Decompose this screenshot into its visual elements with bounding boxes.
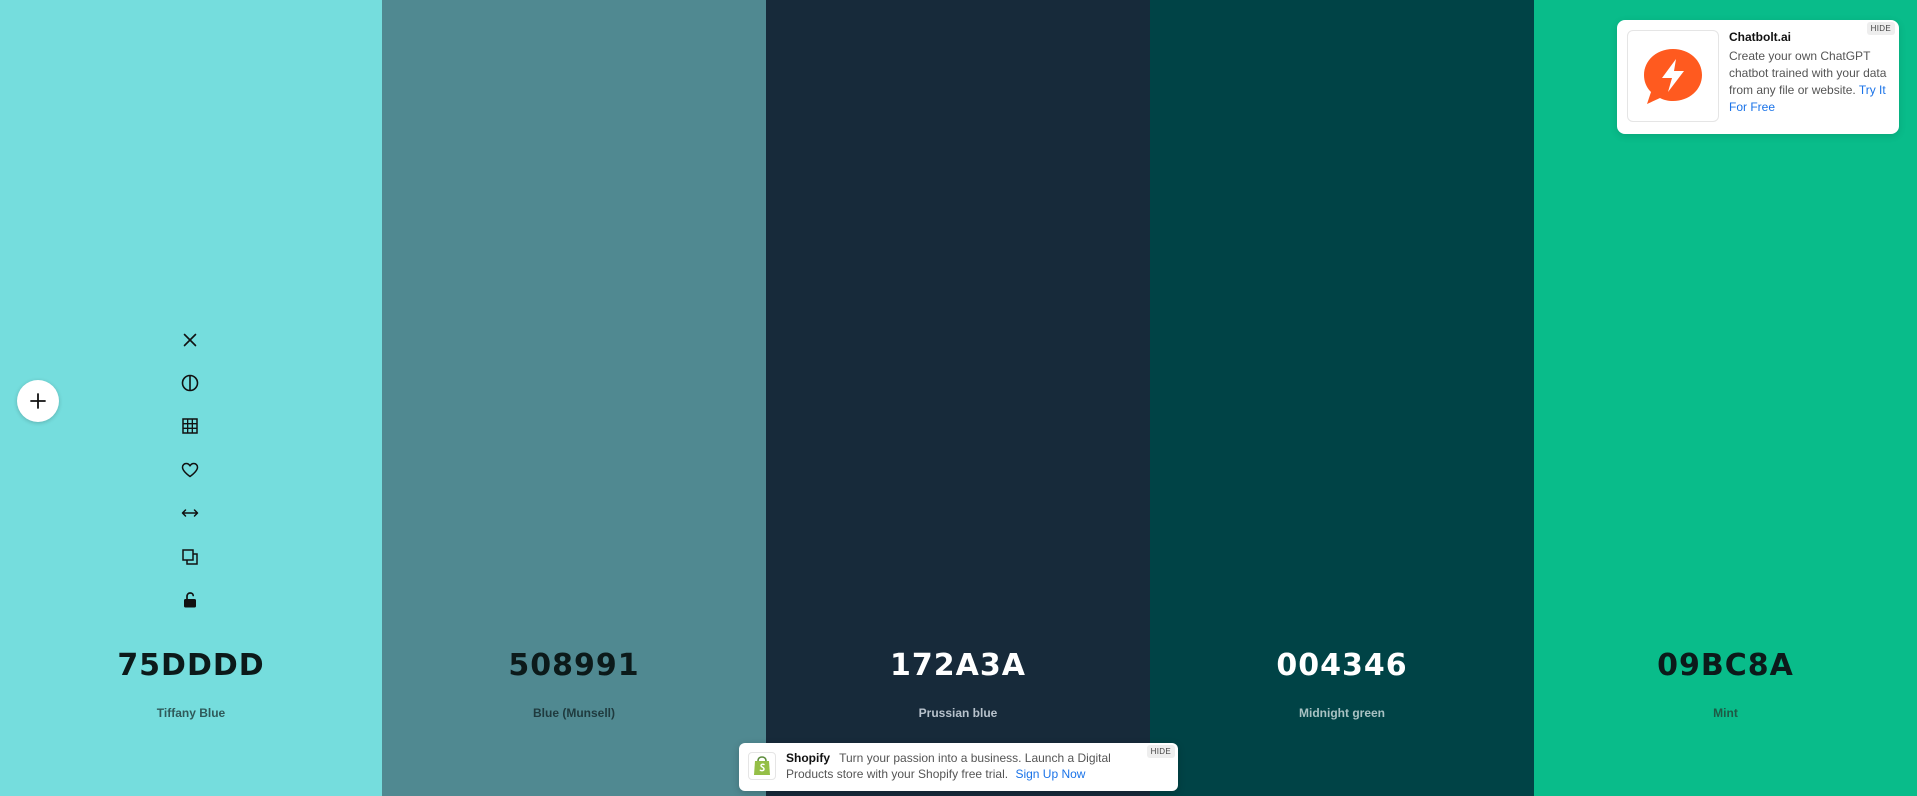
ad-logo[interactable]	[1627, 30, 1719, 122]
lock-color-button[interactable]	[170, 578, 210, 621]
swatch-toolbar	[170, 318, 210, 622]
color-name[interactable]: Mint	[1534, 706, 1917, 720]
banner-description: Shopify Turn your passion into a busines…	[786, 750, 1136, 782]
shades-button[interactable]	[170, 361, 210, 404]
ad-description: Create your own ChatGPT chatbot trained …	[1729, 48, 1889, 116]
ad-title[interactable]: Chatbolt.ai	[1729, 30, 1791, 44]
color-hex[interactable]: 172A3A	[766, 648, 1150, 683]
banner-cta-link[interactable]: Sign Up Now	[1015, 767, 1085, 781]
color-hex[interactable]: 09BC8A	[1534, 648, 1917, 683]
heart-icon	[181, 462, 199, 478]
remove-color-button[interactable]	[170, 318, 210, 361]
color-hex[interactable]: 004346	[1150, 648, 1534, 683]
color-name[interactable]: Prussian blue	[766, 706, 1150, 720]
drag-horizontal-icon	[181, 509, 199, 517]
hide-banner-button[interactable]: HIDE	[1146, 745, 1175, 758]
color-name[interactable]: Blue (Munsell)	[382, 706, 766, 720]
color-swatch-2[interactable]: 508991 Blue (Munsell)	[382, 0, 766, 796]
banner-logo[interactable]	[748, 752, 776, 780]
color-hex[interactable]: 508991	[382, 648, 766, 683]
sponsored-ad: Chatbolt.ai Create your own ChatGPT chat…	[1617, 20, 1899, 134]
color-name[interactable]: Midnight green	[1150, 706, 1534, 720]
unlock-icon	[184, 592, 196, 608]
chatbolt-logo-icon	[1644, 49, 1702, 104]
copy-icon	[182, 548, 198, 565]
grid-icon	[182, 418, 198, 435]
color-hex[interactable]: 75DDDD	[0, 648, 382, 683]
banner-brand[interactable]: Shopify	[786, 751, 830, 765]
shopify-bag-shape	[754, 761, 770, 775]
sponsored-banner: Shopify Turn your passion into a busines…	[739, 743, 1178, 791]
plus-icon	[30, 393, 46, 409]
color-swatch-4[interactable]: 004346 Midnight green	[1150, 0, 1534, 796]
close-icon	[183, 333, 197, 346]
color-swatch-3[interactable]: 172A3A Prussian blue	[766, 0, 1150, 796]
drag-button[interactable]	[170, 492, 210, 535]
add-color-button[interactable]	[17, 380, 59, 422]
color-name[interactable]: Tiffany Blue	[0, 706, 382, 720]
hide-ad-button[interactable]: HIDE	[1866, 22, 1895, 35]
save-color-button[interactable]	[170, 448, 210, 491]
contrast-icon	[181, 374, 199, 392]
palette-grid-button[interactable]	[170, 405, 210, 448]
shopify-bag-icon	[754, 756, 770, 775]
copy-color-button[interactable]	[170, 535, 210, 578]
